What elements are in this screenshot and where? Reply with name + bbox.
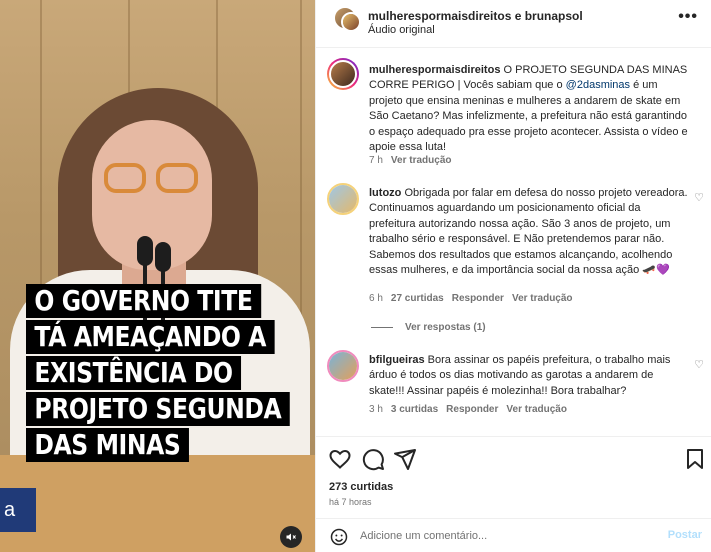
comment-body: Obrigada por falar em defesa do nosso pr… xyxy=(369,187,688,277)
comment-time[interactable]: 3 h xyxy=(369,404,383,415)
comment-username[interactable]: lutozo xyxy=(369,187,401,199)
comments-list[interactable]: mulherespormaisdireitos O PROJETO SEGUND… xyxy=(316,48,711,436)
glasses xyxy=(104,163,200,197)
overlay-line: DAS MINAS xyxy=(26,428,189,462)
view-replies-label[interactable]: Ver respostas (1) xyxy=(405,322,486,333)
like-comment-icon[interactable]: ♡ xyxy=(694,358,704,371)
comment-meta: 6 h 27 curtidas Responder Ver tradução xyxy=(369,293,581,304)
caption-text: mulherespormaisdireitos O PROJETO SEGUND… xyxy=(369,63,689,155)
mention-link[interactable]: @2dasminas xyxy=(566,79,630,91)
microphone xyxy=(155,242,171,272)
add-comment-bar: Postar xyxy=(316,518,711,552)
comment-icon[interactable] xyxy=(361,447,385,471)
name-tag: a xyxy=(0,488,36,532)
post-authors[interactable]: mulherespormaisdireitos e brunapsol xyxy=(368,9,583,23)
reel-video[interactable]: O GOVERNO TITE TÁ AMEAÇANDO A EXISTÊNCIA… xyxy=(0,0,315,552)
speaker-muted-icon[interactable] xyxy=(280,526,302,548)
more-options-icon[interactable]: ••• xyxy=(678,8,698,26)
post-header: mulherespormaisdireitos e brunapsol Áudi… xyxy=(316,0,711,48)
translate-link[interactable]: Ver tradução xyxy=(506,404,567,415)
like-comment-icon[interactable]: ♡ xyxy=(694,191,704,204)
video-caption-overlay: O GOVERNO TITE TÁ AMEAÇANDO A EXISTÊNCIA… xyxy=(26,284,290,464)
microphone xyxy=(137,236,153,266)
translate-link[interactable]: Ver tradução xyxy=(512,293,573,304)
likes-count[interactable]: 273 curtidas xyxy=(329,481,393,493)
overlay-line: EXISTÊNCIA DO xyxy=(26,356,241,390)
caption-author-avatar[interactable] xyxy=(327,58,359,90)
overlay-line: O GOVERNO TITE xyxy=(26,284,261,318)
bookmark-icon[interactable] xyxy=(683,447,707,471)
share-icon[interactable] xyxy=(393,447,417,471)
comment-author-avatar[interactable] xyxy=(327,183,359,215)
translate-link[interactable]: Ver tradução xyxy=(391,155,452,166)
comment-meta: 3 h 3 curtidas Responder Ver tradução xyxy=(369,404,575,415)
caption-time[interactable]: 7 h xyxy=(369,155,383,166)
comment-input[interactable] xyxy=(360,526,660,546)
podium-desk xyxy=(0,455,315,552)
comment-text: lutozo Obrigada por falar em defesa do n… xyxy=(369,186,689,278)
reply-button[interactable]: Responder xyxy=(446,404,498,415)
heart-icon[interactable] xyxy=(328,447,352,471)
post-details-panel: mulherespormaisdireitos e brunapsol Áudi… xyxy=(315,0,711,552)
comment-author-avatar[interactable] xyxy=(327,350,359,382)
comment-time[interactable]: 6 h xyxy=(369,293,383,304)
audio-label[interactable]: Áudio original xyxy=(368,24,435,36)
comment-text: bfilgueiras Bora assinar os papéis prefe… xyxy=(369,353,689,399)
emoji-icon[interactable] xyxy=(330,528,348,546)
comment-likes[interactable]: 3 curtidas xyxy=(391,404,438,415)
reply-button[interactable]: Responder xyxy=(452,293,504,304)
comment-likes[interactable]: 27 curtidas xyxy=(391,293,444,304)
post-comment-button[interactable]: Postar xyxy=(668,529,702,541)
view-replies-button[interactable]: Ver respostas (1) xyxy=(371,322,486,333)
caption-username[interactable]: mulherespormaisdireitos xyxy=(369,64,500,76)
replies-dash xyxy=(371,326,393,328)
collab-avatar-2[interactable] xyxy=(341,12,361,32)
overlay-line: PROJETO SEGUNDA xyxy=(26,392,290,426)
caption-meta: 7 h Ver tradução xyxy=(369,155,460,166)
post-time[interactable]: há 7 horas xyxy=(329,497,372,507)
comment-username[interactable]: bfilgueiras xyxy=(369,354,425,366)
post-actions: 273 curtidas há 7 horas xyxy=(316,436,711,518)
overlay-line: TÁ AMEAÇANDO A xyxy=(26,320,275,354)
